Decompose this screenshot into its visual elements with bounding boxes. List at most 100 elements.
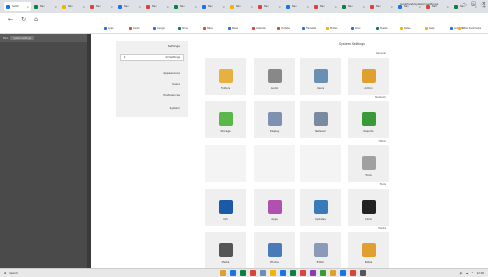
- taskbar-app-icon[interactable]: [310, 270, 316, 276]
- settings-tile[interactable]: Photos: [254, 232, 295, 269]
- panel-chip[interactable]: System Settings: [10, 36, 35, 40]
- settings-tile[interactable]: Storage: [205, 101, 246, 138]
- settings-tile[interactable]: Editor: [300, 232, 341, 269]
- dropdown-value: All Settings: [165, 56, 180, 59]
- address-bar[interactable]: localhost/system/settings: [400, 2, 438, 6]
- speaker-icon[interactable]: 🔊: [460, 272, 463, 275]
- back-button[interactable]: ←: [8, 16, 13, 23]
- taskbar-app-icon[interactable]: [220, 270, 226, 276]
- close-icon[interactable]: ×: [390, 5, 393, 9]
- close-icon[interactable]: ×: [362, 5, 365, 9]
- settings-tile[interactable]: Notes: [348, 232, 389, 269]
- close-icon[interactable]: ×: [306, 5, 309, 9]
- chevron-up-icon[interactable]: ^: [471, 272, 473, 275]
- settings-item[interactable]: System: [170, 106, 180, 110]
- settings-tile[interactable]: Network: [300, 101, 341, 138]
- search-box[interactable]: Search: [9, 272, 18, 275]
- section-heading: Network: [375, 96, 386, 99]
- bookmark-item[interactable]: Sheets: [376, 27, 387, 30]
- settings-tile[interactable]: Clock: [348, 189, 389, 226]
- taskbar-app-icon[interactable]: [290, 270, 296, 276]
- tab[interactable]: Settin ×: [4, 2, 31, 11]
- bookmark-item[interactable]: Calendar: [252, 27, 266, 30]
- close-icon[interactable]: ×: [138, 5, 141, 9]
- close-icon[interactable]: ×: [54, 5, 57, 9]
- settings-tile[interactable]: Admin: [348, 58, 389, 95]
- settings-item[interactable]: Preferences: [164, 93, 180, 97]
- taskbar-app-icon[interactable]: [230, 270, 236, 276]
- settings-tile[interactable]: Updates: [300, 189, 341, 226]
- taskbar-app-icon[interactable]: [250, 270, 256, 276]
- tab[interactable]: Nav ×: [200, 2, 227, 11]
- tab[interactable]: Nav ×: [116, 2, 143, 11]
- bookmark-item[interactable]: Translate: [302, 27, 316, 30]
- settings-tile[interactable]: Display: [254, 101, 295, 138]
- taskbar-app-icon[interactable]: [320, 270, 326, 276]
- taskbar-app-icon[interactable]: [300, 270, 306, 276]
- taskbar-app-icon[interactable]: [350, 270, 356, 276]
- bookmark-item[interactable]: Gmail: [129, 27, 139, 30]
- bookmark-item[interactable]: Apps: [104, 27, 113, 30]
- tab[interactable]: Nav ×: [256, 2, 283, 11]
- close-icon[interactable]: ×: [250, 5, 253, 9]
- bookmark-item[interactable]: Photos: [326, 27, 337, 30]
- settings-pane: Settings ▾ All Settings Appearance Users…: [116, 41, 188, 117]
- close-icon[interactable]: ×: [82, 5, 85, 9]
- windows-icon[interactable]: ⊞: [4, 272, 6, 275]
- tab[interactable]: Nav ×: [88, 2, 115, 11]
- close-icon[interactable]: ×: [334, 5, 337, 9]
- tab[interactable]: Nav ×: [144, 2, 171, 11]
- settings-item[interactable]: Appearance: [163, 71, 180, 75]
- close-icon[interactable]: ×: [26, 5, 29, 9]
- star-icon[interactable]: ☆: [464, 2, 468, 7]
- menu-icon[interactable]: ⋮: [479, 2, 483, 7]
- taskbar-app-icon[interactable]: [340, 270, 346, 276]
- settings-tile[interactable]: Media: [205, 232, 246, 269]
- close-icon[interactable]: ×: [278, 5, 281, 9]
- tab[interactable]: Nav ×: [172, 2, 199, 11]
- bookmark-label: Keep: [429, 27, 435, 30]
- tab[interactable]: Nav ×: [32, 2, 59, 11]
- home-button[interactable]: ⌂: [34, 16, 38, 23]
- tab[interactable]: Nav ×: [60, 2, 87, 11]
- settings-tile[interactable]: Reports: [348, 101, 389, 138]
- close-icon[interactable]: ×: [166, 5, 169, 9]
- taskbar-app-icon[interactable]: [360, 270, 366, 276]
- settings-tile[interactable]: Folders: [205, 58, 246, 95]
- tile-label: Clock: [364, 218, 373, 221]
- bookmark-item[interactable]: Drive: [178, 27, 188, 30]
- settings-dropdown[interactable]: ▾ All Settings: [120, 54, 184, 61]
- sync-icon[interactable]: ⟳: [472, 2, 475, 7]
- close-icon[interactable]: ×: [446, 5, 449, 9]
- bookmark-item[interactable]: Maps: [203, 27, 213, 30]
- bookmark-item[interactable]: Google: [153, 27, 165, 30]
- bookmark-item[interactable]: YouTube: [277, 27, 290, 30]
- close-icon[interactable]: ×: [110, 5, 113, 9]
- refresh-button[interactable]: ↻: [21, 16, 26, 23]
- taskbar-app-icon[interactable]: [330, 270, 336, 276]
- bookmark-item[interactable]: Docs: [351, 27, 360, 30]
- tab[interactable]: Nav ×: [340, 2, 367, 11]
- taskbar-app-icon[interactable]: [270, 270, 276, 276]
- bookmark-item[interactable]: Other bookmarks: [458, 27, 481, 30]
- settings-tile[interactable]: Audio: [254, 58, 295, 95]
- settings-tile[interactable]: Info: [205, 189, 246, 226]
- tab[interactable]: Nav ×: [368, 2, 395, 11]
- cloud-icon[interactable]: ☁: [466, 272, 469, 275]
- close-icon[interactable]: ×: [222, 5, 225, 9]
- settings-tile[interactable]: Tools: [348, 145, 389, 182]
- tab[interactable]: Nav ×: [228, 2, 255, 11]
- tab[interactable]: Nav ×: [312, 2, 339, 11]
- tab[interactable]: Nav ×: [284, 2, 311, 11]
- taskbar-app-icon[interactable]: [260, 270, 266, 276]
- close-icon[interactable]: ×: [194, 5, 197, 9]
- settings-tile[interactable]: Apps: [254, 189, 295, 226]
- favicon-icon: [174, 4, 178, 9]
- bookmark-item[interactable]: News: [228, 27, 238, 30]
- bookmark-item[interactable]: Keep: [425, 27, 434, 30]
- settings-item[interactable]: Users: [172, 82, 180, 86]
- settings-tile[interactable]: Users: [300, 58, 341, 95]
- taskbar-app-icon[interactable]: [280, 270, 286, 276]
- bookmark-item[interactable]: Slides: [400, 27, 410, 30]
- taskbar-app-icon[interactable]: [240, 270, 246, 276]
